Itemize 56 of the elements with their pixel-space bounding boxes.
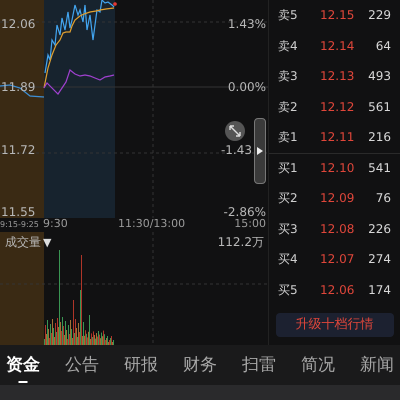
price-axis-label: 12.06 xyxy=(1,18,36,30)
percent-axis-label: 1.43% xyxy=(228,18,266,30)
ask-level-label: 卖5 xyxy=(278,7,299,24)
order-price: 12.09 xyxy=(320,190,356,208)
ask-level-label: 卖3 xyxy=(278,68,299,86)
volume-max-label: 112.2万 xyxy=(218,236,264,248)
tab[interactable]: 扫雷 xyxy=(242,355,276,383)
order-volume: 274 xyxy=(367,251,391,268)
percent-axis-label: -1.43 xyxy=(220,144,252,156)
tab[interactable]: 新闻 xyxy=(360,355,394,383)
bid-level-label: 买5 xyxy=(278,282,299,299)
order-price: 12.12 xyxy=(320,98,356,116)
indicator-line xyxy=(43,69,114,95)
time-axis-label: 15:00 xyxy=(234,218,266,229)
order-price: 12.07 xyxy=(320,251,356,268)
volume-label: 成交量 xyxy=(5,236,41,248)
bid-level-label: 买4 xyxy=(278,251,299,268)
tab[interactable]: 资金 xyxy=(6,355,40,383)
time-axis-label: 11:30/13:00 xyxy=(118,218,186,229)
order-volume: 561 xyxy=(367,98,391,116)
ask-level-label: 卖4 xyxy=(278,38,299,55)
percent-axis-label: 0.00% xyxy=(228,81,266,93)
order-price: 12.10 xyxy=(320,160,356,178)
order-price: 12.14 xyxy=(320,38,356,55)
order-volume: 493 xyxy=(367,68,391,86)
panel-toggle-handle[interactable] xyxy=(254,118,266,184)
tab[interactable]: 简况 xyxy=(301,355,335,383)
dropdown-caret[interactable]: ▼ xyxy=(43,236,52,248)
price-axis-label: 11.55 xyxy=(1,206,36,218)
bid-level-label: 买3 xyxy=(278,220,299,238)
order-volume: 174 xyxy=(367,282,391,299)
order-volume: 216 xyxy=(367,129,391,146)
bid-level-label: 买1 xyxy=(278,160,299,178)
tab[interactable]: 财务 xyxy=(183,355,217,383)
last-price-dot xyxy=(113,2,117,6)
time-axis-label: 9:30 xyxy=(43,218,68,229)
upgrade-button[interactable]: 升级十档行情 xyxy=(276,313,394,337)
order-volume: 541 xyxy=(367,160,391,178)
time-axis-label: 9:15-9:25 xyxy=(0,221,39,229)
percent-axis-label: -2.86% xyxy=(224,206,266,218)
order-volume: 64 xyxy=(374,38,391,55)
price-axis-label: 11.72 xyxy=(1,144,36,156)
order-price: 12.15 xyxy=(320,7,356,24)
expand-icon[interactable] xyxy=(225,121,245,141)
tab[interactable]: 公告 xyxy=(65,355,99,383)
order-price: 12.13 xyxy=(320,68,356,86)
order-price: 12.11 xyxy=(320,129,356,146)
order-volume: 76 xyxy=(374,190,391,208)
ask-level-label: 卖1 xyxy=(278,129,299,146)
bid-level-label: 买2 xyxy=(278,190,299,208)
order-price: 12.08 xyxy=(320,220,356,238)
order-price: 12.06 xyxy=(320,282,356,299)
order-volume: 226 xyxy=(367,220,391,238)
tab[interactable]: 研报 xyxy=(124,355,158,383)
order-volume: 229 xyxy=(367,7,391,24)
ask-level-label: 卖2 xyxy=(278,98,299,116)
